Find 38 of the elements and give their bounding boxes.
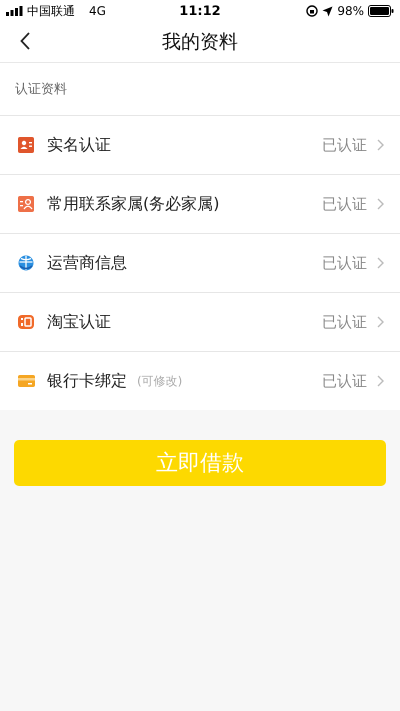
chevron-icon bbox=[377, 198, 384, 210]
clock-time: 11:12 bbox=[179, 4, 221, 18]
carrier-name: 中国联通 bbox=[27, 2, 75, 20]
battery-percent: 98% bbox=[337, 4, 364, 18]
chevron-icon bbox=[377, 316, 384, 328]
item-note: (可修改) bbox=[137, 372, 182, 390]
status-text: 已认证 bbox=[322, 136, 367, 154]
location-arrow-icon bbox=[322, 6, 334, 16]
shop-icon bbox=[18, 314, 35, 330]
item-label: 淘宝认证 bbox=[47, 312, 111, 332]
globe-icon bbox=[18, 255, 35, 271]
list-item[interactable]: 常用联系家属(务必家属) 已认证 bbox=[0, 175, 400, 234]
id-card-icon bbox=[18, 137, 35, 153]
status-text: 已认证 bbox=[322, 254, 367, 272]
battery-icon bbox=[368, 5, 394, 17]
lock-rotation-icon bbox=[306, 5, 318, 17]
signal-icon bbox=[6, 6, 23, 16]
network-type: 4G bbox=[89, 4, 106, 18]
contact-card-icon bbox=[18, 196, 35, 212]
page-title: 我的资料 bbox=[162, 30, 238, 55]
list-item[interactable]: 银行卡绑定 (可修改) 已认证 bbox=[0, 352, 400, 410]
status-text: 已认证 bbox=[322, 194, 367, 214]
section-title: 认证资料 bbox=[15, 81, 67, 98]
list-item[interactable]: 实名认证 已认证 bbox=[0, 116, 400, 175]
back-icon bbox=[20, 32, 30, 50]
item-label: 银行卡绑定 bbox=[47, 370, 127, 392]
bank-card-icon bbox=[18, 373, 35, 389]
chevron-icon bbox=[377, 257, 384, 269]
list-item[interactable]: 淘宝认证 已认证 bbox=[0, 293, 400, 352]
item-label: 运营商信息 bbox=[47, 252, 127, 274]
back-button[interactable] bbox=[20, 32, 30, 50]
item-label: 实名认证 bbox=[47, 134, 111, 156]
chevron-icon bbox=[377, 375, 384, 387]
status-text: 已认证 bbox=[322, 372, 367, 390]
item-label: 常用联系家属(务必家属) bbox=[47, 194, 220, 214]
list-item[interactable]: 运营商信息 已认证 bbox=[0, 234, 400, 293]
status-text: 已认证 bbox=[322, 312, 367, 332]
chevron-icon bbox=[377, 139, 384, 151]
